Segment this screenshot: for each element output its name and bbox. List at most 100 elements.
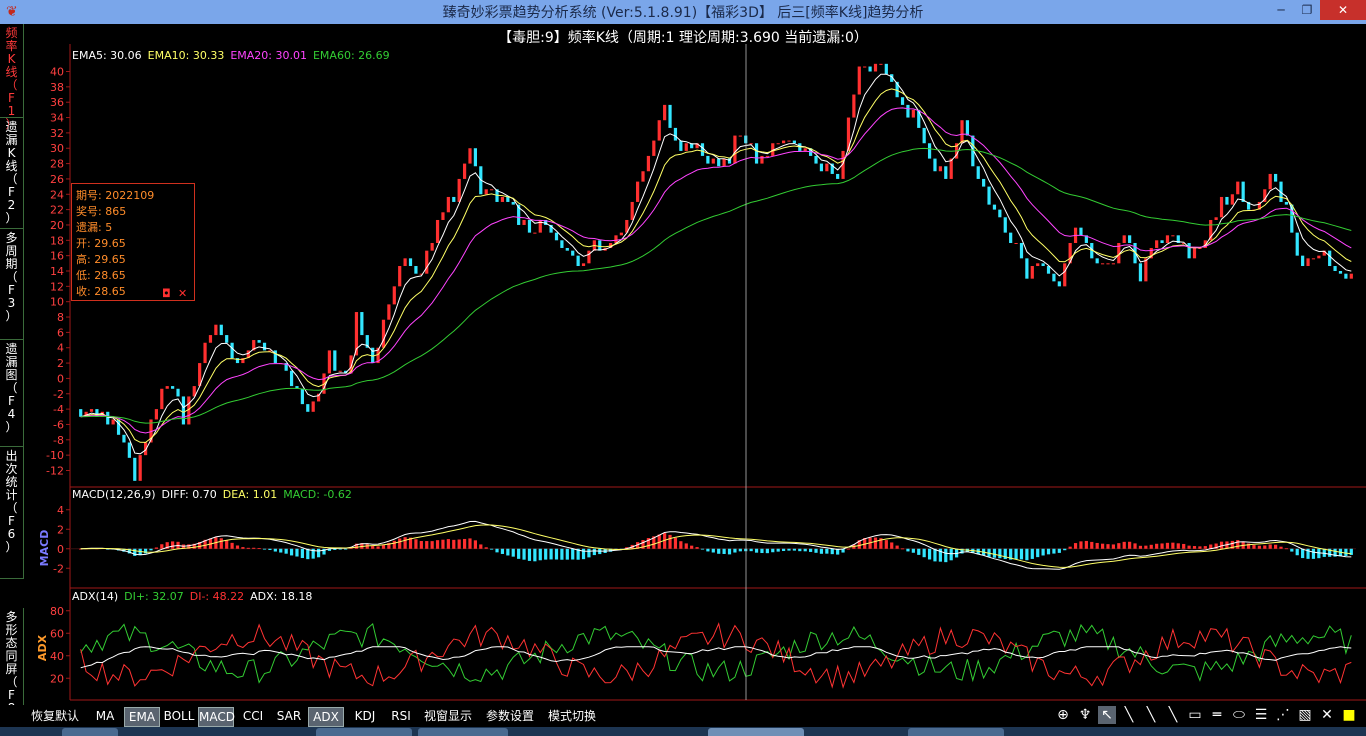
macd-bar [695, 547, 699, 549]
macd-bar [1236, 540, 1240, 549]
color-icon[interactable]: ■ [1340, 706, 1358, 724]
toolbar-视窗显示[interactable]: 视窗显示 [420, 707, 476, 725]
candle [89, 409, 94, 412]
macd-bar [917, 548, 921, 555]
candle [987, 186, 991, 205]
grid-tool-icon[interactable]: ▧ [1296, 706, 1314, 724]
macd-bar [295, 548, 299, 557]
macd-bar [533, 548, 537, 562]
cursor-icon[interactable]: ↖ [1098, 706, 1116, 724]
toolbar-恢复默认[interactable]: 恢复默认 [28, 707, 82, 725]
macd-bar [673, 537, 678, 549]
candle [1236, 181, 1240, 195]
candle [571, 250, 575, 256]
sidebar-item-4[interactable]: 遗漏图（F 4） [0, 340, 24, 447]
toolbar-模式切换[interactable]: 模式切换 [544, 707, 600, 725]
macd-bar [792, 548, 796, 551]
macd-bar [733, 548, 737, 553]
taskbar-item[interactable] [908, 728, 1004, 736]
candle [484, 189, 488, 195]
zoom-icon[interactable]: ⊕ [1054, 706, 1072, 724]
ellipse-tool-icon[interactable]: ⬭ [1230, 706, 1248, 724]
maximize-button[interactable]: ❐ [1294, 0, 1320, 20]
candle [214, 324, 218, 336]
candle [1317, 255, 1321, 259]
candle [1019, 242, 1024, 259]
fib-lines-tool-icon[interactable]: ☰ [1252, 706, 1270, 724]
sidebar-item-2[interactable]: 遗漏 K 线（F 2） [0, 118, 24, 229]
toolbar-参数设置[interactable]: 参数设置 [482, 707, 538, 725]
y-tick-label: 4 [57, 342, 64, 355]
macd-bar [944, 548, 948, 563]
candle [636, 181, 640, 202]
candle [803, 148, 807, 151]
fan-tool-icon[interactable]: ⋰ [1274, 706, 1292, 724]
macd-bar [430, 541, 434, 549]
toolbar-ema[interactable]: EMA [124, 707, 160, 727]
sidebar-item-5[interactable]: 出次统计（F 6） [0, 447, 24, 579]
macd-bar [581, 548, 586, 560]
pin-panel-icon[interactable]: ◘ [162, 288, 171, 299]
candle [1274, 173, 1278, 182]
y-tick-label: 32 [50, 127, 64, 140]
toolbar-adx[interactable]: ADX [308, 707, 344, 727]
macd-bar [435, 540, 440, 549]
rectangle-tool-icon[interactable]: ▭ [1186, 706, 1204, 724]
macd-bar [798, 548, 802, 552]
candle [581, 263, 586, 267]
adx-di-minus-line [80, 622, 1352, 689]
macd-bar [906, 548, 910, 552]
y-tick-label: 16 [50, 250, 64, 263]
y-tick-label: 4 [57, 504, 64, 517]
candle [733, 135, 737, 164]
delete-icon[interactable]: ✕ [1318, 706, 1336, 724]
candle [1295, 232, 1299, 256]
candle [738, 135, 742, 137]
ray-tool-icon[interactable]: ╲ [1142, 706, 1160, 724]
macd-bar [398, 538, 402, 549]
sidebar-item-3[interactable]: 多周期（F 3） [0, 229, 24, 340]
candle [879, 63, 883, 65]
toolbar-boll[interactable]: BOLL [162, 707, 196, 725]
candle [668, 104, 672, 128]
macd-bar [803, 548, 807, 552]
candle [787, 140, 791, 142]
macd-bar [376, 546, 380, 549]
candle [500, 196, 505, 202]
candle [1036, 263, 1040, 267]
parallel-tool-icon[interactable]: ═ [1208, 706, 1226, 724]
candle [1095, 258, 1099, 264]
info-row: 低: 28.65 [76, 269, 126, 282]
minimize-button[interactable]: ─ [1268, 0, 1294, 20]
macd-bar [900, 548, 905, 550]
y-tick-label: 2 [57, 523, 64, 536]
candle [965, 120, 970, 136]
candle [663, 104, 667, 121]
macd-bar [1041, 548, 1045, 556]
candle [722, 158, 726, 167]
toolbar-macd[interactable]: MACD [198, 707, 235, 727]
candle [511, 201, 515, 205]
taskbar-item[interactable] [62, 728, 118, 736]
taskbar-item[interactable] [708, 728, 804, 736]
candle [333, 350, 337, 371]
macd-bar [1274, 544, 1278, 549]
candle [554, 232, 559, 241]
segment-tool-icon[interactable]: ╲ [1164, 706, 1182, 724]
close-panel-icon[interactable]: ✕ [178, 288, 187, 299]
candle [127, 442, 131, 458]
macd-bar [479, 544, 483, 549]
candle [646, 155, 651, 172]
close-button[interactable]: ✕ [1320, 0, 1366, 20]
macd-bar [1149, 544, 1153, 549]
line-tool-icon[interactable]: ╲ [1120, 706, 1138, 724]
taskbar-item[interactable] [316, 728, 412, 736]
toolbar-ma[interactable]: MA [92, 707, 118, 725]
toolbar-sar[interactable]: SAR [274, 707, 304, 725]
pin-icon[interactable]: ♆ [1076, 706, 1094, 724]
toolbar-kdj[interactable]: KDJ [350, 707, 380, 725]
toolbar-cci[interactable]: CCI [238, 707, 268, 725]
toolbar-rsi[interactable]: RSI [386, 707, 416, 725]
macd-bar [246, 547, 250, 549]
taskbar-item[interactable] [418, 728, 508, 736]
